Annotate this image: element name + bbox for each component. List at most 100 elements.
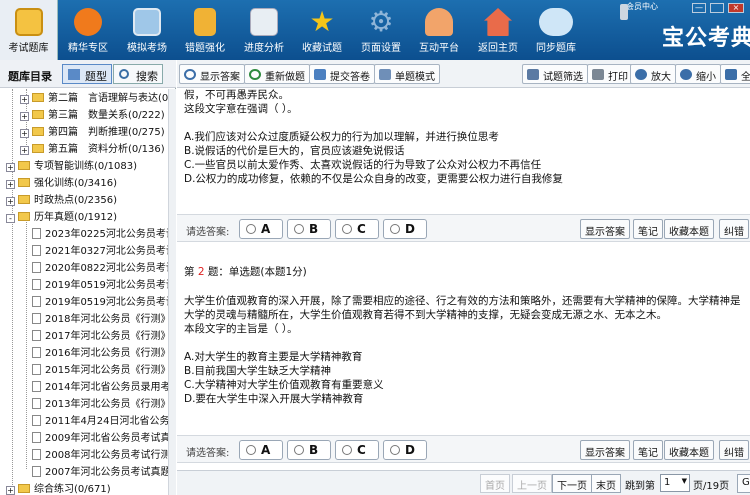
q2-option: D.要在大学生中深入开展大学精神教育 [184,393,364,405]
tree-leaf[interactable]: 2019年0519河北公务员考试《 [32,278,176,294]
tree-node[interactable]: + 第二篇 言语理解与表达(0/ [20,91,172,107]
expander[interactable]: - [6,214,15,223]
nav-label: 错题强化 [185,43,225,54]
tree-leaf[interactable]: 2011年4月24日河北省公务员 [32,414,176,430]
q1-option: A.我们应该对公众过度质疑公权力的行为加以理解，并进行换位思考 [184,131,499,143]
nav-progress-analysis[interactable]: 进度分析 [235,0,293,60]
tree-label: 第四篇 判断推理(0/275) [48,127,165,138]
expander[interactable]: + [6,163,15,172]
document-icon [32,364,41,375]
print-button[interactable]: 打印 [587,64,633,84]
folder-icon [32,110,44,119]
button-label: 放大 [651,72,671,83]
tree-leaf[interactable]: 2018年河北公务员《行测》真 [32,312,176,328]
nav-sync[interactable]: 同步题库 [527,0,585,60]
nav-label: 模拟考场 [127,43,167,54]
tree-leaf[interactable]: 2019年0519河北公务员考试《 [32,295,176,311]
member-avatar-icon[interactable] [620,4,628,20]
show-answer-button[interactable]: 显示答案 [580,219,630,239]
show-answer-button[interactable]: 显示答案 [580,440,630,460]
go-button[interactable]: G [737,474,750,493]
tree-node[interactable]: + 第四篇 判断推理(0/275) [20,125,165,141]
nav-interaction[interactable]: 互动平台 [410,0,468,60]
tree-leaf[interactable]: 2009年河北省公务员考试真题 [32,431,176,447]
redo-button[interactable]: 重新做题 [244,64,310,84]
report-error-button[interactable]: 纠错 [719,440,749,460]
tree-node[interactable]: + 专项智能训练(0/1083) [6,159,137,175]
expander[interactable]: + [20,129,29,138]
tree-leaf[interactable]: 2021年0327河北公务员考试《 [32,244,176,260]
favorite-button[interactable]: 收藏本题 [664,219,714,239]
nav-favorites[interactable]: ★ 收藏试题 [293,0,351,60]
tree-node[interactable]: + 第三篇 数量关系(0/222) [20,108,165,124]
notes-button[interactable]: 笔记 [633,219,663,239]
tree-node[interactable]: + 第五篇 资料分析(0/136) [20,142,165,158]
option-a[interactable]: A [239,219,283,239]
report-error-button[interactable]: 纠错 [719,219,749,239]
nav-essentials[interactable]: 精华专区 [59,0,117,60]
expander[interactable]: + [20,95,29,104]
star-icon: ★ [309,5,335,38]
tree-leaf[interactable]: 2008年河北公务员考试行测真 [32,448,176,464]
last-page-button[interactable]: 末页 [591,474,621,493]
close-icon[interactable]: × [728,3,744,13]
option-label: A [261,222,271,236]
zoom-in-button[interactable]: 放大 [630,64,676,84]
minimize-icon[interactable]: — [692,3,706,13]
tree-node[interactable]: - 历年真题(0/1912) [6,210,117,226]
tab-search[interactable]: 搜索 [113,64,163,84]
tree-leaf[interactable]: 2023年0225河北公务员考试《 [32,227,176,243]
submit-button[interactable]: 提交答卷 [309,64,375,84]
catalog-panel: 题库目录 题型 搜索 + 第二篇 言语理解与表达(0/ + 第三篇 数量关系(0/2… [0,60,176,495]
maximize-icon[interactable] [710,3,724,13]
q1-line: 这段文字意在强调（ ）。 [184,103,298,115]
tree-leaf[interactable]: 2013年河北公务员《行测》真 [32,397,176,413]
nav-mock-exam[interactable]: 模拟考场 [118,0,176,60]
tree-leaf[interactable]: 2020年0822河北公务员考试《 [32,261,176,277]
tree-scrollbar[interactable] [168,89,176,495]
filter-button[interactable]: 试题筛选 [522,64,588,84]
tree-node[interactable]: + 综合练习(0/671) [6,482,111,495]
single-mode-button[interactable]: 单题模式 [374,64,440,84]
button-label: 收藏本题 [669,227,709,238]
q1-option: C.一些官员以前太爱作秀、太喜欢说假话的行为导致了公众对公权力不再信任 [184,159,542,171]
page-select[interactable]: 1 ▼ [660,474,690,492]
tab-question-types[interactable]: 题型 [62,64,112,84]
tree-leaf[interactable]: 2007年河北公务员考试真题《 [32,465,176,481]
tree-node[interactable]: + 强化训练(0/3416) [6,176,117,192]
show-answer-button[interactable]: 显示答案 [179,64,245,84]
prev-page-button[interactable]: 上一页 [512,474,552,493]
nav-home[interactable]: 返回主页 [469,0,527,60]
tree-leaf[interactable]: 2017年河北公务员《行测》真 [32,329,176,345]
nav-question-bank[interactable]: 考试题库 [0,0,58,60]
option-c[interactable]: C [335,440,379,460]
nav-wrong-questions[interactable]: 错题强化 [176,0,234,60]
nav-page-settings[interactable]: ⚙ 页面设置 [352,0,410,60]
expander[interactable]: + [20,146,29,155]
favorite-button[interactable]: 收藏本题 [664,440,714,460]
next-page-button[interactable]: 下一页 [552,474,592,493]
option-b[interactable]: B [287,440,331,460]
expander[interactable]: + [6,486,15,495]
option-label: B [309,443,319,457]
option-c[interactable]: C [335,219,379,239]
tree-leaf[interactable]: 2016年河北公务员《行测》真 [32,346,176,362]
option-a[interactable]: A [239,440,283,460]
tree-leaf[interactable]: 2014年河北省公务员录用考试 [32,380,176,396]
tree-leaf[interactable]: 2015年河北公务员《行测》真 [32,363,176,379]
option-b[interactable]: B [287,219,331,239]
tree-node[interactable]: + 时政热点(0/2356) [6,193,117,209]
fullscreen-button[interactable]: 全 [720,64,750,84]
question-bank-icon [14,8,43,36]
first-page-button[interactable]: 首页 [480,474,510,493]
q2-header: 第 2 题：单选题(本题1分) [184,265,307,279]
expander[interactable]: + [20,112,29,121]
option-d[interactable]: D [383,440,427,460]
option-d[interactable]: D [383,219,427,239]
zoom-out-button[interactable]: 缩小 [675,64,721,84]
expander[interactable]: + [6,180,15,189]
expander[interactable]: + [6,197,15,206]
member-center-link[interactable]: 会员中心 [626,1,658,12]
notes-button[interactable]: 笔记 [633,440,663,460]
chevron-down-icon: ▼ [681,477,687,485]
